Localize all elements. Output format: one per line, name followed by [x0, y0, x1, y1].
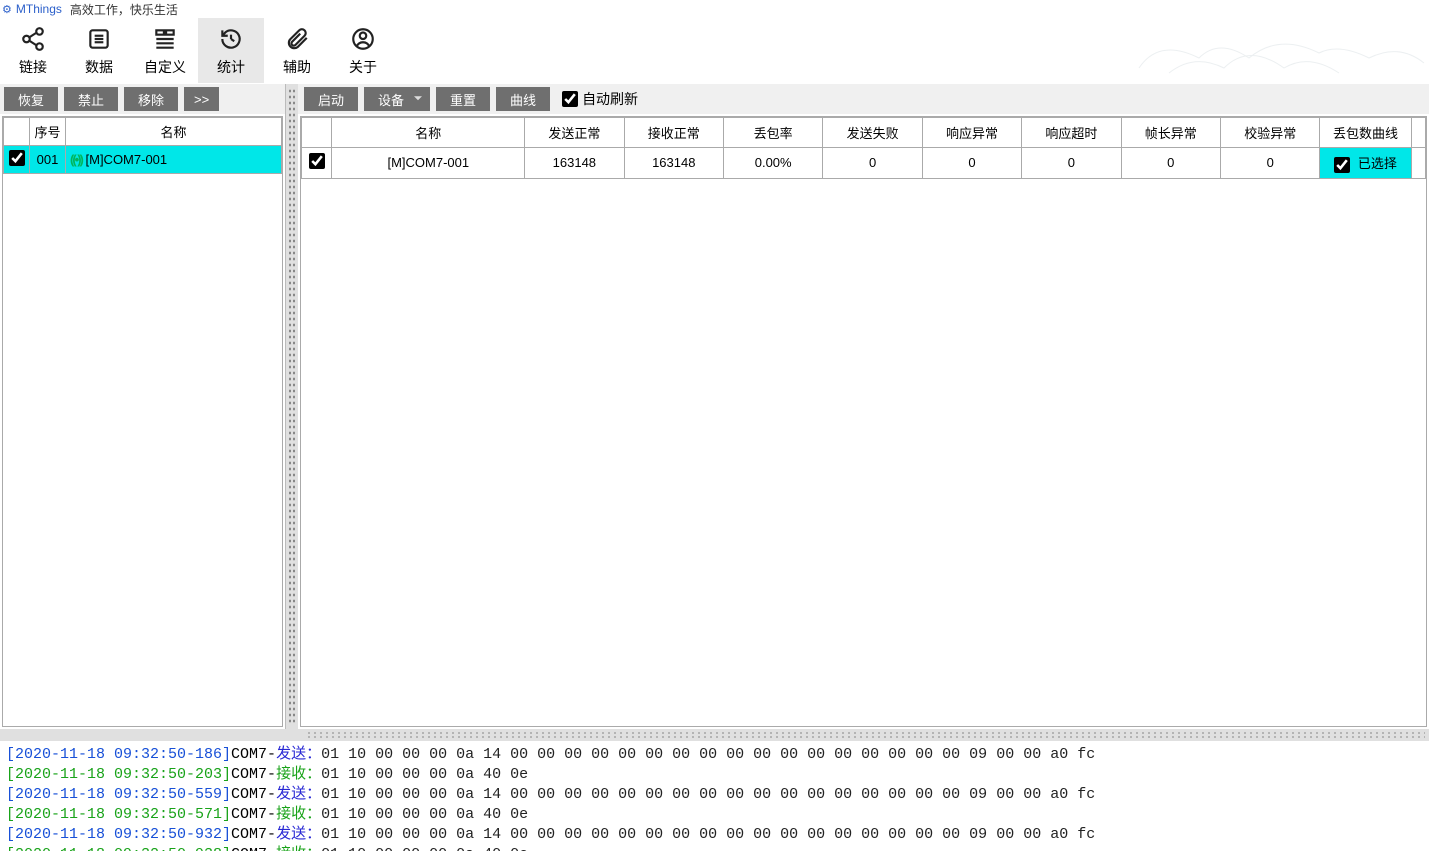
log-line: [2020-11-18 09:32:50-938]COM7-接收：01 10 0… [6, 845, 1423, 851]
stats-table: 名称 发送正常 接收正常 丢包率 发送失败 响应异常 响应超时 帧长异常 校验异… [301, 117, 1426, 179]
cell-check-err: 0 [1221, 148, 1320, 179]
row-name: [M]COM7-001 [86, 152, 168, 167]
row-checkbox[interactable] [9, 150, 25, 166]
tab-link[interactable]: 链接 [0, 18, 66, 83]
horizontal-splitter[interactable] [0, 729, 1429, 741]
cell-frame-err: 0 [1121, 148, 1220, 179]
tab-label: 自定义 [144, 57, 186, 77]
col-resp-timeout[interactable]: 响应超时 [1022, 118, 1121, 148]
checkbox-header[interactable] [4, 118, 30, 146]
log-line: [2020-11-18 09:32:50-203]COM7-接收：01 10 0… [6, 765, 1423, 785]
reset-button[interactable]: 重置 [436, 87, 490, 111]
log-line: [2020-11-18 09:32:50-932]COM7-发送：01 10 0… [6, 825, 1423, 845]
cell-recv-ok: 163148 [624, 148, 723, 179]
tab-label: 链接 [19, 57, 47, 77]
checkbox-header[interactable] [302, 118, 332, 148]
col-name[interactable]: 名称 [332, 118, 525, 148]
row-index: 001 [30, 146, 66, 174]
tab-stats[interactable]: 统计 [198, 18, 264, 83]
col-send-ok[interactable]: 发送正常 [525, 118, 624, 148]
title-bar: ⚙ MThings 高效工作，快乐生活 [0, 0, 1429, 18]
curve-checkbox[interactable] [1334, 157, 1350, 173]
tab-about[interactable]: 关于 [330, 18, 396, 83]
autorefresh-checkbox[interactable] [562, 91, 578, 107]
app-name: MThings [16, 2, 62, 16]
decorative-clouds [1129, 18, 1429, 84]
left-toolbar: 恢复 禁止 移除 >> [0, 84, 285, 114]
autorefresh-label[interactable]: 自动刷新 [562, 89, 638, 109]
list-icon [85, 25, 113, 53]
main-tabs: 链接 数据 自定义 统计 辅助 关于 [0, 18, 1429, 84]
name-header[interactable]: 名称 [66, 118, 282, 146]
start-button[interactable]: 启动 [304, 87, 358, 111]
scroll-gutter [1411, 118, 1425, 148]
user-icon [349, 25, 377, 53]
cell-resp-timeout: 0 [1022, 148, 1121, 179]
cell-send-fail: 0 [823, 148, 922, 179]
col-frame-err[interactable]: 帧长异常 [1121, 118, 1220, 148]
col-recv-ok[interactable]: 接收正常 [624, 118, 723, 148]
table-row[interactable]: 001 ((•)) [M]COM7-001 [4, 146, 282, 174]
col-resp-err[interactable]: 响应异常 [922, 118, 1021, 148]
restore-button[interactable]: 恢复 [4, 87, 58, 111]
col-check-err[interactable]: 校验异常 [1221, 118, 1320, 148]
left-table-wrap[interactable]: 序号 名称 001 ((•)) [M]COM7-001 [2, 116, 283, 727]
app-slogan: 高效工作，快乐生活 [70, 1, 178, 18]
history-icon [217, 25, 245, 53]
col-send-fail[interactable]: 发送失败 [823, 118, 922, 148]
tab-label: 统计 [217, 57, 245, 77]
log-line: [2020-11-18 09:32:50-571]COM7-接收：01 10 0… [6, 805, 1423, 825]
table-row[interactable]: [M]COM7-001 163148 163148 0.00% 0 0 0 0 … [302, 148, 1426, 179]
col-loss-rate[interactable]: 丢包率 [723, 118, 822, 148]
row-checkbox[interactable] [309, 153, 325, 169]
log-line: [2020-11-18 09:32:50-186]COM7-发送：01 10 0… [6, 745, 1423, 765]
tab-label: 数据 [85, 57, 113, 77]
log-panel[interactable]: [2020-11-18 09:32:50-186]COM7-发送：01 10 0… [0, 741, 1429, 851]
log-line: [2020-11-18 09:32:50-559]COM7-发送：01 10 0… [6, 785, 1423, 805]
share-icon [19, 25, 47, 53]
device-dropdown[interactable]: 设备 [364, 87, 430, 111]
cell-name: [M]COM7-001 [332, 148, 525, 179]
cell-send-ok: 163148 [525, 148, 624, 179]
index-header[interactable]: 序号 [30, 118, 66, 146]
tab-data[interactable]: 数据 [66, 18, 132, 83]
curve-button[interactable]: 曲线 [496, 87, 550, 111]
signal-icon: ((•)) [70, 152, 82, 167]
cell-loss-curve[interactable]: 已选择 [1320, 148, 1411, 179]
scroll-gutter-cell [1411, 148, 1425, 179]
stats-table-wrap[interactable]: 名称 发送正常 接收正常 丢包率 发送失败 响应异常 响应超时 帧长异常 校验异… [300, 116, 1427, 727]
app-icon: ⚙ [2, 3, 12, 16]
layout-icon [151, 25, 179, 53]
cell-resp-err: 0 [922, 148, 1021, 179]
vertical-splitter[interactable] [286, 84, 298, 729]
remove-button[interactable]: 移除 [124, 87, 178, 111]
tab-assist[interactable]: 辅助 [264, 18, 330, 83]
right-panel: 启动 设备 重置 曲线 自动刷新 名称 [298, 84, 1429, 729]
tab-label: 关于 [349, 57, 377, 77]
paperclip-icon [283, 25, 311, 53]
left-panel: 恢复 禁止 移除 >> 序号 名称 001 [0, 84, 286, 729]
tab-custom[interactable]: 自定义 [132, 18, 198, 83]
tab-label: 辅助 [283, 57, 311, 77]
forward-button[interactable]: >> [184, 87, 219, 111]
right-toolbar: 启动 设备 重置 曲线 自动刷新 [298, 84, 1429, 114]
cell-loss-rate: 0.00% [723, 148, 822, 179]
forbid-button[interactable]: 禁止 [64, 87, 118, 111]
col-loss-curve[interactable]: 丢包数曲线 [1320, 118, 1411, 148]
device-list-table: 序号 名称 001 ((•)) [M]COM7-001 [3, 117, 282, 174]
